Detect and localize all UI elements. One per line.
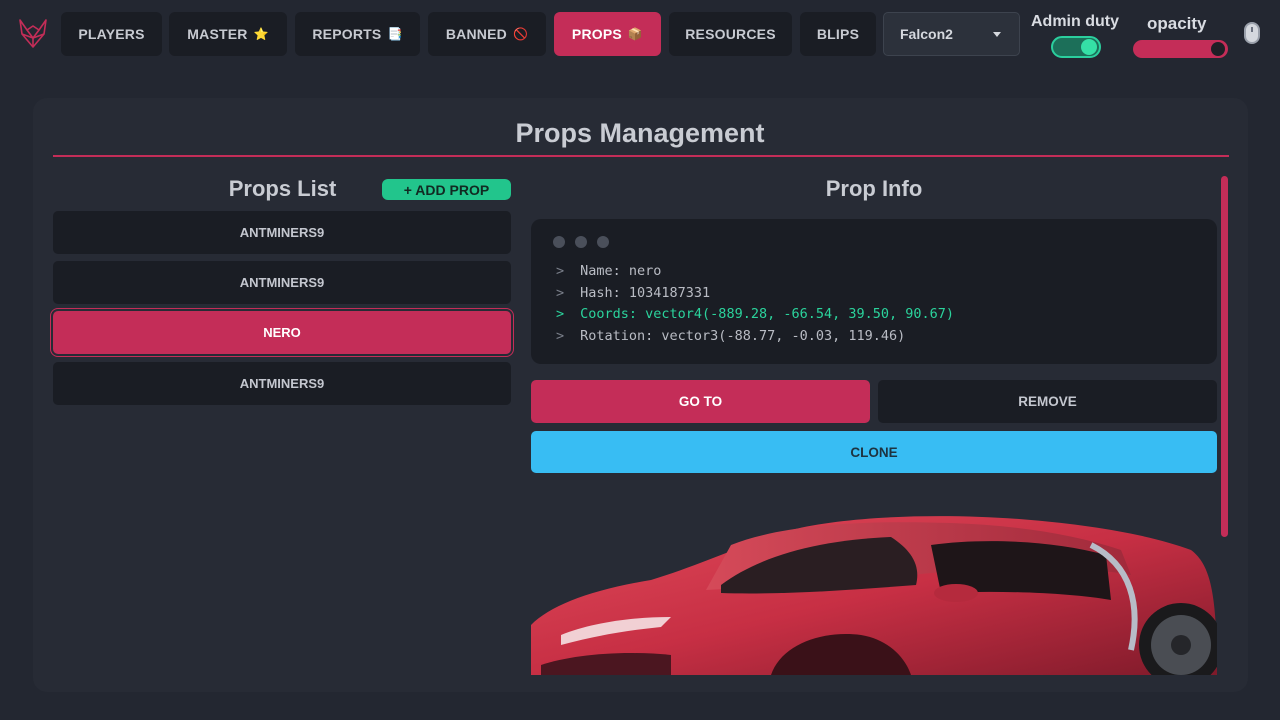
scrollbar[interactable] <box>1221 176 1228 537</box>
package-icon: 📦 <box>627 27 644 41</box>
tab-resources[interactable]: RESOURCES <box>669 12 792 56</box>
document-icon: 📑 <box>387 27 403 41</box>
list-item-label: NERO <box>263 325 301 340</box>
props-list-title: Props List <box>228 176 337 201</box>
info-text: Rotation: vector3(-88.77, -0.03, 119.46) <box>580 328 906 344</box>
clone-button[interactable]: CLONE <box>531 431 1217 473</box>
list-item[interactable]: ANTMINERS9 <box>53 261 511 304</box>
admin-duty-toggle[interactable] <box>1051 36 1101 58</box>
info-text: Coords: vector4(-889.28, -66.54, 39.50, … <box>580 306 955 322</box>
list-item-label: ANTMINERS9 <box>239 275 325 290</box>
prompt-icon: > <box>556 285 565 301</box>
list-item-selected[interactable]: NERO <box>53 311 511 354</box>
info-line-hash: > Hash: 1034187331 <box>556 285 710 301</box>
dropdown-value: Falcon2 <box>900 26 953 42</box>
add-prop-button[interactable]: + ADD PROP <box>382 179 511 200</box>
toggle-knob <box>1081 39 1097 55</box>
prohibited-icon: 🚫 <box>512 27 529 41</box>
dot-icon <box>575 236 587 248</box>
tab-master-label: MASTER <box>187 26 248 42</box>
prompt-icon: > <box>556 328 565 344</box>
star-icon: ⭐ <box>253 27 269 41</box>
info-line-coords: > Coords: vector4(-889.28, -66.54, 39.50,… <box>556 306 954 322</box>
remove-button[interactable]: REMOVE <box>878 380 1217 423</box>
vehicle-select-dropdown[interactable]: Falcon2 <box>883 12 1020 56</box>
tab-blips-label: BLIPS <box>816 26 860 42</box>
tab-props[interactable]: PROPS 📦 <box>554 12 661 56</box>
tab-reports-label: REPORTS <box>312 26 382 42</box>
tab-resources-label: RESOURCES <box>685 26 776 42</box>
tab-banned-label: BANNED <box>445 26 507 42</box>
go-to-button[interactable]: GO TO <box>531 380 870 423</box>
list-item-label: ANTMINERS9 <box>239 376 325 391</box>
caret-down-icon <box>993 32 1001 37</box>
info-text: Name: nero <box>580 263 662 279</box>
admin-duty-label: Admin duty <box>1031 13 1119 30</box>
info-line-name: > Name: nero <box>556 263 661 279</box>
window-dots <box>553 236 609 248</box>
tab-master[interactable]: MASTER ⭐ <box>169 12 287 56</box>
info-line-rotation: > Rotation: vector3(-88.77, -0.03, 119.46… <box>556 328 905 344</box>
tab-reports[interactable]: REPORTS 📑 <box>295 12 420 56</box>
tab-players-label: PLAYERS <box>78 26 145 42</box>
list-item[interactable]: ANTMINERS9 <box>53 362 511 405</box>
mouse-icon[interactable] <box>1244 22 1260 44</box>
list-item[interactable]: ANTMINERS9 <box>53 211 511 254</box>
top-navigation-bar: PLAYERS MASTER ⭐ REPORTS 📑 BANNED 🚫 PROP… <box>0 0 1280 70</box>
list-item-label: ANTMINERS9 <box>239 225 325 240</box>
dot-icon <box>553 236 565 248</box>
prop-preview-image <box>531 505 1217 675</box>
tab-players[interactable]: PLAYERS <box>61 12 162 56</box>
prop-info-terminal: > Name: nero > Hash: 1034187331 > Coords: v… <box>531 219 1217 364</box>
prompt-icon: > <box>556 306 565 322</box>
fox-logo-icon <box>14 14 52 52</box>
tab-props-label: PROPS <box>571 26 622 42</box>
tab-banned[interactable]: BANNED 🚫 <box>428 12 546 56</box>
tab-blips[interactable]: BLIPS <box>800 12 876 56</box>
slider-thumb[interactable] <box>1211 42 1225 56</box>
title-divider <box>53 155 1229 157</box>
prop-info-title: Prop Info <box>825 176 923 201</box>
prompt-icon: > <box>556 263 565 279</box>
opacity-label: opacity <box>1147 14 1207 33</box>
dot-icon <box>597 236 609 248</box>
info-text: Hash: 1034187331 <box>580 285 711 301</box>
page-title: Props Management <box>515 118 765 148</box>
opacity-slider[interactable] <box>1133 40 1228 58</box>
